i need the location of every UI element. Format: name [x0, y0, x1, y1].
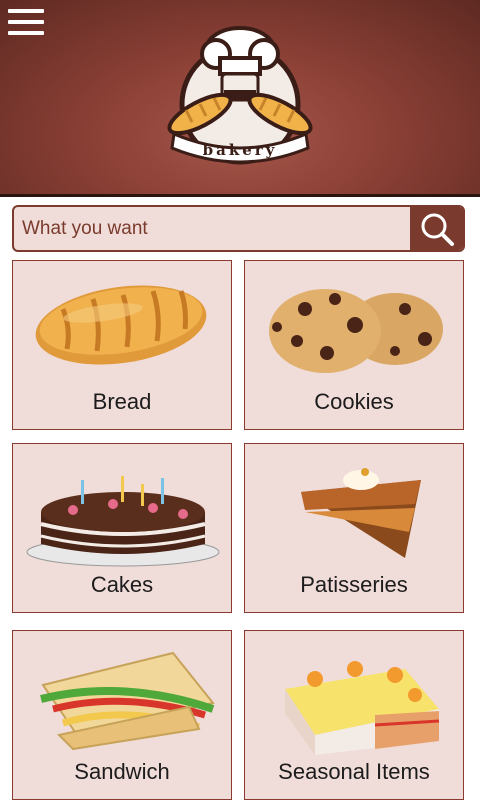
app-header: bakery — [0, 0, 480, 194]
category-tile-sandwich[interactable]: Sandwich — [12, 630, 232, 800]
search-input[interactable] — [22, 213, 412, 245]
category-label: Bread — [92, 389, 152, 414]
category-label: Patisseries — [300, 572, 408, 597]
category-label: Cakes — [90, 572, 154, 597]
menu-icon[interactable] — [6, 6, 46, 38]
search-icon — [421, 213, 454, 246]
category-tile-patisseries[interactable]: Patisseries — [244, 443, 464, 613]
category-label: Sandwich — [74, 759, 170, 784]
sandwich-image — [40, 651, 215, 751]
category-tile-cookies[interactable]: Cookies — [244, 260, 464, 430]
bakery-logo: bakery — [167, 26, 313, 165]
category-tile-seasonal-items[interactable]: Seasonal Items — [244, 630, 464, 800]
header-divider — [0, 194, 480, 197]
logo-text: bakery — [203, 141, 278, 159]
category-label: Cookies — [314, 389, 394, 414]
pie-slice-image — [301, 468, 421, 558]
category-tile-bread[interactable]: Bread — [12, 260, 232, 430]
cake-image — [26, 476, 220, 567]
cookies-image — [269, 289, 443, 373]
category-label: Seasonal Items — [278, 759, 430, 784]
seasonal-cake-image — [285, 661, 440, 755]
bread-image — [35, 285, 207, 365]
category-tile-cakes[interactable]: Cakes — [12, 443, 232, 613]
search-bar — [12, 205, 465, 252]
search-button[interactable] — [410, 207, 463, 250]
